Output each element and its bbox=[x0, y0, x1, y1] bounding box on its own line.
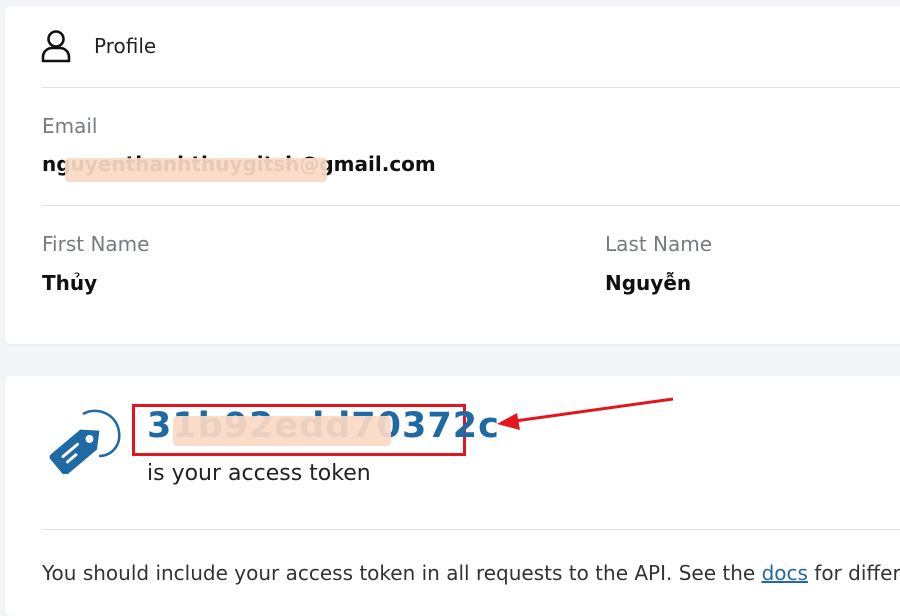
profile-header: Profile bbox=[41, 26, 156, 66]
profile-card: Profile Email nguyenthanhthuygitsh@gmail… bbox=[5, 6, 900, 344]
tag-icon bbox=[49, 409, 121, 474]
docs-link[interactable]: docs bbox=[762, 561, 808, 585]
user-icon bbox=[41, 30, 71, 63]
email-divider bbox=[42, 205, 900, 206]
access-token-caption: is your access token bbox=[147, 461, 371, 486]
token-description-start: You should include your access token in … bbox=[42, 561, 762, 585]
annotation-arrow bbox=[497, 397, 674, 430]
first-name-value: Thủy bbox=[42, 271, 98, 295]
first-name-label: First Name bbox=[42, 232, 150, 256]
profile-divider bbox=[42, 87, 900, 88]
token-description: You should include your access token in … bbox=[42, 561, 900, 585]
token-description-end: for differen bbox=[814, 561, 900, 585]
email-label: Email bbox=[42, 114, 98, 138]
last-name-label: Last Name bbox=[605, 232, 713, 256]
access-token-card: 31b92edd70372c is your access token You … bbox=[5, 376, 900, 616]
token-divider bbox=[42, 529, 900, 530]
token-redaction bbox=[173, 416, 391, 446]
profile-title: Profile bbox=[94, 34, 157, 58]
email-redaction bbox=[65, 158, 327, 182]
last-name-value: Nguyễn bbox=[605, 271, 692, 295]
